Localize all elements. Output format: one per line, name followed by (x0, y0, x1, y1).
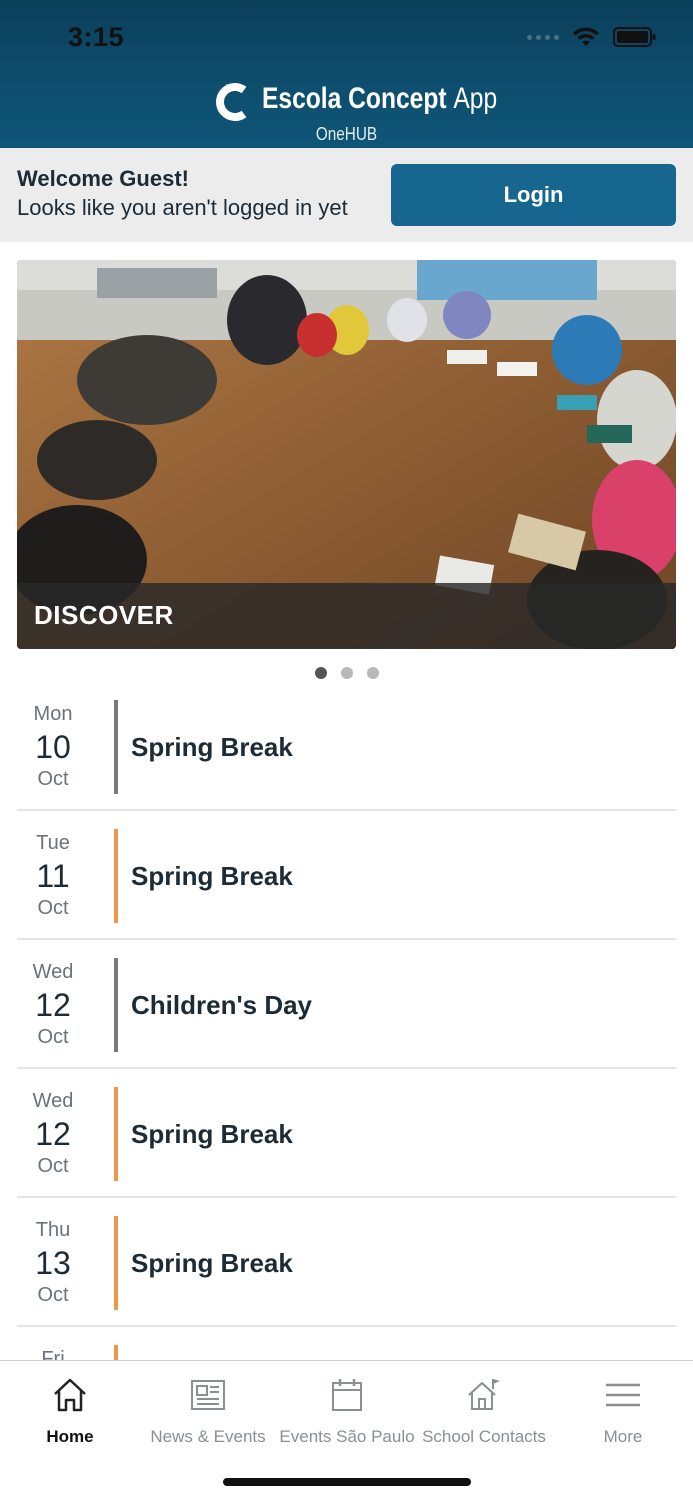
event-title: Spring Break (131, 861, 293, 891)
welcome-title: Welcome Guest! (17, 166, 189, 191)
wifi-icon (571, 26, 601, 48)
event-row[interactable]: Wed 12 Oct Spring Break (17, 1069, 676, 1198)
school-contacts-icon (414, 1375, 554, 1415)
event-weekday: Wed (32, 961, 74, 983)
event-weekday: Thu (35, 1219, 71, 1241)
carousel-dot[interactable] (340, 667, 353, 679)
event-day: 12 (35, 1116, 71, 1152)
escola-c-logo-icon (214, 82, 252, 127)
event-row[interactable]: Thu 13 Oct Spring Break (17, 1198, 676, 1327)
event-title: Spring Break (131, 1119, 293, 1149)
tab-news-events[interactable]: News & Events (138, 1375, 278, 1446)
event-weekday: Mon (33, 703, 73, 725)
event-day: 12 (35, 987, 71, 1023)
menu-icon (553, 1375, 693, 1415)
event-day: 10 (35, 729, 71, 765)
discover-carousel[interactable]: DISCOVER (17, 260, 676, 649)
events-list: Mon 10 Oct Spring Break Tue 11 Oct Sprin… (17, 682, 676, 1360)
tab-home[interactable]: Home (0, 1375, 140, 1446)
event-month: Oct (37, 1155, 69, 1177)
battery-icon (613, 26, 657, 48)
event-category-bar (114, 958, 118, 1052)
event-title: Spring Break (131, 732, 293, 762)
event-month: Oct (37, 897, 69, 919)
event-day: 11 (36, 858, 70, 894)
carousel-pagination[interactable] (0, 667, 693, 679)
event-category-bar (114, 1216, 118, 1310)
status-time: 3:15 (68, 22, 125, 52)
brand-subtitle: OneHUB (315, 124, 378, 144)
event-weekday: Fri (41, 1348, 65, 1360)
calendar-icon (277, 1375, 417, 1415)
cellular-icon (527, 34, 559, 40)
tab-label: Events São Paulo (279, 1427, 415, 1446)
event-weekday: Wed (32, 1090, 74, 1112)
login-button[interactable]: Login (391, 164, 676, 226)
tab-label: More (603, 1427, 643, 1446)
event-category-bar (114, 700, 118, 794)
event-row[interactable]: Mon 10 Oct Spring Break (17, 682, 676, 811)
event-category-bar (114, 1087, 118, 1181)
event-month: Oct (37, 1026, 69, 1048)
newspaper-icon (138, 1375, 278, 1415)
event-day: 13 (35, 1245, 71, 1281)
event-category-bar (114, 829, 118, 923)
tab-more[interactable]: More (553, 1375, 693, 1446)
event-weekday: Tue (36, 832, 70, 854)
tab-label: Home (46, 1427, 94, 1446)
event-month: Oct (37, 768, 69, 790)
event-row[interactable]: Wed 12 Oct Children's Day (17, 940, 676, 1069)
event-title: Spring Break (131, 1248, 293, 1278)
event-row[interactable]: Fri (17, 1327, 676, 1360)
app-screen: 3:15 Escola Concept App OneHUB Welcome G… (0, 0, 693, 1500)
status-icons (527, 26, 657, 48)
brand: Escola Concept App (0, 80, 693, 121)
app-header: 3:15 Escola Concept App OneHUB (0, 0, 693, 148)
brand-suffix: App (453, 82, 498, 115)
carousel-dot[interactable] (366, 667, 379, 679)
carousel-caption: DISCOVER (17, 583, 676, 649)
event-month: Oct (37, 1284, 69, 1306)
event-category-bar (114, 1345, 118, 1360)
tab-events-sao-paulo[interactable]: Events São Paulo (277, 1375, 417, 1446)
tab-label: News & Events (150, 1427, 266, 1446)
event-row[interactable]: Tue 11 Oct Spring Break (17, 811, 676, 940)
brand-name: Escola Concept App (262, 82, 497, 116)
welcome-message: Looks like you aren't logged in yet (17, 195, 348, 220)
tab-school-contacts[interactable]: School Contacts (414, 1375, 554, 1446)
home-icon (0, 1375, 140, 1415)
brand-name-text: Escola Concept (262, 82, 447, 115)
tab-label: School Contacts (422, 1427, 546, 1446)
carousel-dot[interactable] (314, 667, 327, 679)
carousel-caption-text: DISCOVER (34, 600, 174, 630)
home-indicator (223, 1478, 471, 1486)
event-title: Children's Day (131, 990, 313, 1020)
